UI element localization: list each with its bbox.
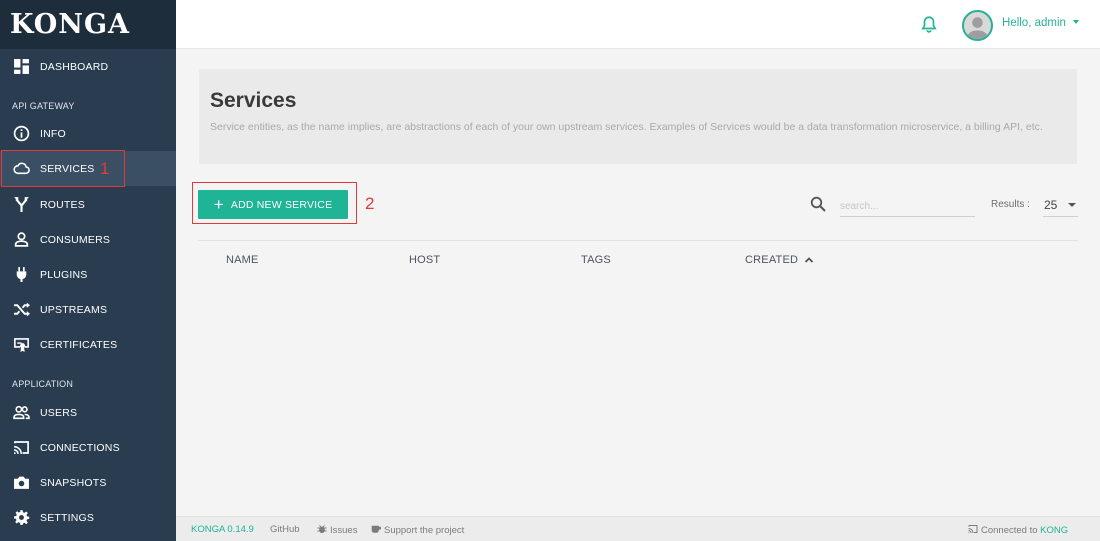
column-header-created[interactable]: CREATED xyxy=(745,254,814,266)
sidebar-item-label: INFO xyxy=(40,127,66,140)
sidebar-item-label: UPSTREAMS xyxy=(40,303,108,316)
section-application: APPLICATION xyxy=(12,379,74,389)
sidebar-item-label: ROUTES xyxy=(40,198,85,211)
dashboard-icon xyxy=(12,58,30,76)
results-value: 25 xyxy=(1044,198,1058,212)
connection-status: Connected to KONG xyxy=(968,524,1068,536)
sidebar-item-info[interactable]: INFO xyxy=(0,116,176,151)
sort-ascending-icon xyxy=(805,257,814,263)
page-title: Services xyxy=(210,89,297,112)
user-menu[interactable]: Hello, admin xyxy=(1002,17,1080,29)
version-label: KONGA 0.14.9 xyxy=(191,524,254,535)
user-avatar-icon xyxy=(966,17,989,39)
connected-prefix: Connected to xyxy=(981,525,1038,536)
column-header-tags[interactable]: TAGS xyxy=(581,254,611,266)
sidebar-item-label: DASHBOARD xyxy=(40,60,109,73)
sidebar-item-snapshots[interactable]: SNAPSHOTS xyxy=(0,465,176,500)
person-icon xyxy=(12,231,30,249)
sidebar-item-plugins[interactable]: PLUGINS xyxy=(0,257,176,292)
sidebar-item-label: CONNECTIONS xyxy=(40,441,120,454)
cast-icon xyxy=(12,439,30,457)
sidebar: KONGA DASHBOARD API GATEWAY INFO SERVICE… xyxy=(0,0,176,541)
column-header-name[interactable]: NAME xyxy=(226,254,259,266)
bell-icon[interactable] xyxy=(920,15,938,33)
issues-link[interactable]: Issues xyxy=(317,524,357,536)
user-greeting: Hello, admin xyxy=(1002,17,1066,29)
results-per-page-select[interactable]: 25 xyxy=(1043,194,1078,217)
page-header: Services Service entities, as the name i… xyxy=(199,69,1077,164)
sidebar-item-routes[interactable]: ROUTES xyxy=(0,187,176,222)
plug-icon xyxy=(12,266,30,284)
sidebar-item-users[interactable]: USERS xyxy=(0,395,176,430)
connected-target[interactable]: KONG xyxy=(1040,525,1068,536)
search-input[interactable] xyxy=(840,196,975,217)
sidebar-item-settings[interactable]: SETTINGS xyxy=(0,500,176,535)
users-icon xyxy=(12,404,30,422)
sidebar-item-label: PLUGINS xyxy=(40,268,88,281)
sidebar-item-label: SETTINGS xyxy=(40,511,95,524)
konga-logo[interactable]: KONGA xyxy=(10,9,130,40)
main-content: Services Service entities, as the name i… xyxy=(176,49,1100,516)
gear-icon xyxy=(12,509,30,527)
section-api-gateway: API GATEWAY xyxy=(12,101,75,111)
certificate-icon xyxy=(12,336,30,354)
sidebar-item-label: USERS xyxy=(40,406,78,419)
cast-connected-icon xyxy=(968,525,978,533)
footer: KONGA 0.14.9 GitHub Issues Support the p… xyxy=(176,516,1100,541)
sidebar-item-label: CERTIFICATES xyxy=(40,338,118,351)
issues-label: Issues xyxy=(330,525,358,536)
caret-down-icon xyxy=(1068,203,1076,207)
coffee-icon xyxy=(371,525,381,533)
results-label: Results : xyxy=(991,199,1030,210)
sidebar-item-consumers[interactable]: CONSUMERS xyxy=(0,222,176,257)
annotation-marker-1: 1 xyxy=(100,159,110,178)
sidebar-item-label: CONSUMERS xyxy=(40,233,111,246)
sidebar-item-upstreams[interactable]: UPSTREAMS xyxy=(0,292,176,327)
bug-icon xyxy=(317,525,327,533)
page-description: Service entities, as the name implies, a… xyxy=(210,121,1043,133)
github-link[interactable]: GitHub xyxy=(270,524,300,535)
support-label: Support the project xyxy=(384,525,465,536)
column-header-host[interactable]: HOST xyxy=(409,254,440,266)
sidebar-item-connections[interactable]: CONNECTIONS xyxy=(0,430,176,465)
info-icon xyxy=(12,125,30,143)
camera-icon xyxy=(12,474,30,492)
avatar[interactable] xyxy=(962,10,993,41)
support-link[interactable]: Support the project xyxy=(371,524,464,536)
routes-icon xyxy=(12,196,30,214)
table-divider xyxy=(198,240,1078,241)
sidebar-item-dashboard[interactable]: DASHBOARD xyxy=(0,49,176,84)
annotation-marker-2: 2 xyxy=(365,194,375,213)
top-bar: Hello, admin xyxy=(176,0,1100,49)
search-icon[interactable] xyxy=(810,196,826,212)
logo-bar: KONGA xyxy=(0,0,176,49)
shuffle-icon xyxy=(12,301,30,319)
chevron-down-icon xyxy=(1073,20,1080,24)
column-header-created-label: CREATED xyxy=(745,254,799,266)
annotation-box-add-service xyxy=(192,182,357,224)
sidebar-item-label: SNAPSHOTS xyxy=(40,476,107,489)
sidebar-item-certificates[interactable]: CERTIFICATES xyxy=(0,327,176,362)
